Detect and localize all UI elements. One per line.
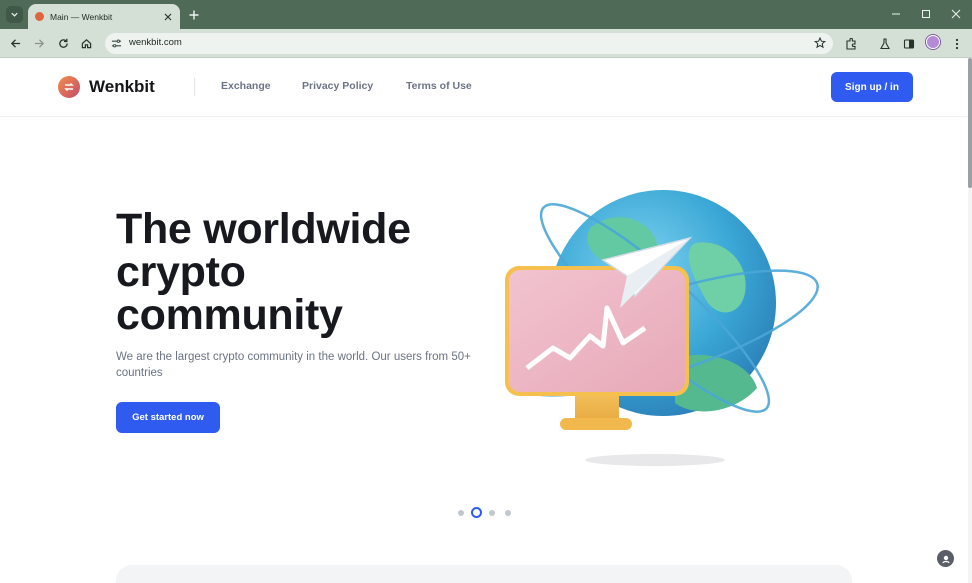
carousel-dot[interactable]: [458, 510, 464, 516]
profile-avatar[interactable]: [926, 35, 940, 49]
minimize-icon[interactable]: [888, 7, 904, 21]
star-icon[interactable]: [813, 36, 827, 50]
scrollbar-thumb[interactable]: [968, 58, 972, 188]
address-bar[interactable]: wenkbit.com: [105, 33, 833, 54]
plus-icon[interactable]: [186, 7, 202, 23]
active-tab[interactable]: Main — Wenkbit: [28, 4, 180, 29]
web-page: Wenkbit Exchange Privacy Policy Terms of…: [0, 58, 968, 583]
assistant-icon[interactable]: [937, 550, 954, 567]
site-header: Wenkbit Exchange Privacy Policy Terms of…: [0, 58, 968, 117]
brand-name[interactable]: Wenkbit: [89, 77, 155, 97]
menu-icon[interactable]: [948, 35, 965, 52]
ground-shadow: [585, 454, 725, 466]
hero-illustration: [505, 190, 819, 466]
carousel-dot-active[interactable]: [471, 507, 482, 518]
hero-title-line: The worldwide: [116, 205, 411, 253]
nav-link-terms-of-use[interactable]: Terms of Use: [406, 80, 472, 92]
home-icon[interactable]: [78, 35, 95, 52]
favicon-icon: [35, 12, 44, 21]
site-info-icon[interactable]: [110, 37, 123, 50]
page-scrollbar[interactable]: [968, 58, 972, 583]
monitor-stand-base: [560, 418, 632, 430]
window-close-icon[interactable]: [948, 7, 964, 21]
maximize-icon[interactable]: [918, 7, 934, 21]
signup-button[interactable]: Sign up / in: [831, 72, 913, 102]
content-card: [116, 565, 852, 583]
hero-title: The worldwide crypto community: [116, 208, 476, 337]
labs-icon[interactable]: [876, 35, 893, 52]
tab-title: Main — Wenkbit: [50, 11, 113, 22]
get-started-button[interactable]: Get started now: [116, 402, 220, 433]
back-icon[interactable]: [7, 35, 24, 52]
reload-icon[interactable]: [55, 35, 72, 52]
forward-icon[interactable]: [31, 35, 48, 52]
brand-logo-icon[interactable]: [58, 76, 80, 98]
tab-search-icon[interactable]: [6, 6, 23, 23]
hero-title-line: community: [116, 291, 343, 339]
url-text: wenkbit.com: [129, 37, 182, 48]
hero-subtitle: We are the largest crypto community in t…: [116, 351, 471, 379]
sidebar-icon[interactable]: [900, 35, 917, 52]
monitor-screen: [509, 270, 685, 392]
header-divider: [194, 78, 195, 96]
hero-title-line: crypto: [116, 248, 246, 296]
extensions-icon[interactable]: [842, 35, 859, 52]
tab-strip: Main — Wenkbit: [0, 0, 972, 29]
carousel-dots: [456, 507, 516, 519]
nav-link-exchange[interactable]: Exchange: [221, 80, 271, 92]
browser-toolbar: wenkbit.com: [0, 29, 972, 58]
carousel-dot[interactable]: [505, 510, 511, 516]
nav-link-privacy-policy[interactable]: Privacy Policy: [302, 80, 373, 92]
carousel-dot[interactable]: [489, 510, 495, 516]
close-icon[interactable]: [161, 10, 175, 24]
